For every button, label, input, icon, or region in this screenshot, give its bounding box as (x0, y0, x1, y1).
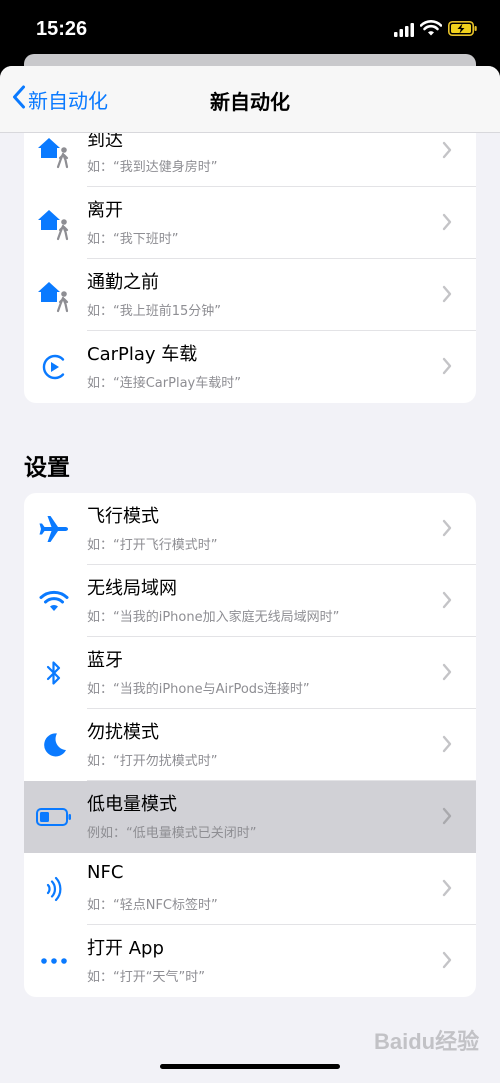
chevron-right-icon (442, 519, 452, 541)
chevron-right-icon (442, 735, 452, 757)
list-item-subtitle: 例如：“低电量模式已关闭时” (87, 826, 257, 841)
battery-icon (36, 799, 72, 835)
list-item-nfc[interactable]: NFC 如：“轻点NFC标签时” (24, 853, 476, 925)
list-item-title: 通勤之前 (87, 272, 159, 293)
list-item-subtitle: 如：“我下班时” (87, 232, 179, 247)
list-item-bluetooth[interactable]: 蓝牙 如：“当我的iPhone与AirPods连接时” (24, 637, 476, 709)
home-person-icon (36, 133, 72, 169)
chevron-right-icon (442, 213, 452, 235)
navigation-bar: 新自动化 新自动化 (0, 66, 500, 133)
list-item-subtitle: 如：“打开飞行模式时” (87, 538, 218, 553)
list-item-low-power-mode[interactable]: 低电量模式 例如：“低电量模式已关闭时” (24, 781, 476, 853)
list-item-arrive[interactable]: 到达 如：“我到达健身房时” (24, 133, 476, 187)
page-title: 新自动化 (210, 90, 290, 114)
chevron-right-icon (442, 591, 452, 613)
list-item-title: 低电量模式 (87, 794, 177, 815)
list-item-wifi[interactable]: 无线局域网 如：“当我的iPhone加入家庭无线局域网时” (24, 565, 476, 637)
list-item-before-commute[interactable]: 通勤之前 如：“我上班前15分钟” (24, 259, 476, 331)
home-indicator[interactable] (160, 1064, 340, 1069)
list-item-subtitle: 如：“打开勿扰模式时” (87, 754, 218, 769)
list-item-airplane-mode[interactable]: 飞行模式 如：“打开飞行模式时” (24, 493, 476, 565)
chevron-right-icon (442, 357, 452, 379)
list-item-do-not-disturb[interactable]: 勿扰模式 如：“打开勿扰模式时” (24, 709, 476, 781)
list-item-title: 蓝牙 (87, 650, 123, 671)
travel-list: 到达 如：“我到达健身房时” 离开 如：“我下班时” 通勤之前 如：“我上班前1… (24, 133, 476, 403)
list-item-open-app[interactable]: 打开 App 如：“打开“天气”时” (24, 925, 476, 997)
status-time: 15:26 (36, 18, 88, 40)
automation-sheet: 新自动化 新自动化 到达 如：“我到达健身房时” 离开 如：“我下班时” 通勤之… (0, 66, 500, 1083)
list-item-title: 无线局域网 (87, 578, 177, 599)
home-person-icon (36, 277, 72, 313)
list-item-leave[interactable]: 离开 如：“我下班时” (24, 187, 476, 259)
settings-list: 飞行模式 如：“打开飞行模式时” 无线局域网 如：“当我的iPhone加入家庭无… (24, 493, 476, 997)
list-item-title: CarPlay 车载 (87, 344, 198, 365)
list-item-subtitle: 如：“连接CarPlay车载时” (87, 376, 241, 391)
status-bar: 15:26 (0, 0, 500, 58)
battery-charging-icon (448, 21, 478, 40)
chevron-right-icon (442, 285, 452, 307)
section-header-settings: 设置 (24, 455, 70, 481)
ellipsis-icon (36, 943, 72, 979)
carplay-icon (36, 349, 72, 385)
wifi-status-icon (419, 20, 443, 40)
chevron-right-icon (442, 807, 452, 829)
list-item-title: 打开 App (87, 938, 164, 959)
list-item-title: 离开 (87, 200, 123, 221)
list-item-title: 勿扰模式 (87, 722, 159, 743)
list-item-subtitle: 如：“当我的iPhone与AirPods连接时” (87, 682, 310, 697)
list-item-carplay[interactable]: CarPlay 车载 如：“连接CarPlay车载时” (24, 331, 476, 403)
list-item-subtitle: 如：“轻点NFC标签时” (87, 898, 218, 913)
home-person-icon (36, 205, 72, 241)
list-item-subtitle: 如：“我上班前15分钟” (87, 304, 222, 319)
airplane-icon (36, 511, 72, 547)
list-item-subtitle: 如：“我到达健身房时” (87, 160, 218, 175)
watermark: Baidu经验 (374, 1029, 480, 1054)
chevron-right-icon (442, 879, 452, 901)
list-item-title: 到达 (87, 133, 123, 151)
chevron-right-icon (442, 951, 452, 973)
bluetooth-icon (36, 655, 72, 691)
cellular-signal-icon (394, 22, 414, 41)
chevron-right-icon (442, 663, 452, 685)
list-item-subtitle: 如：“打开“天气”时” (87, 970, 205, 985)
wifi-icon (36, 583, 72, 619)
list-item-subtitle: 如：“当我的iPhone加入家庭无线局域网时” (87, 610, 340, 625)
list-item-title: NFC (87, 862, 124, 883)
moon-icon (36, 727, 72, 763)
nfc-icon (36, 871, 72, 907)
list-item-title: 飞行模式 (87, 506, 159, 527)
chevron-right-icon (442, 141, 452, 163)
